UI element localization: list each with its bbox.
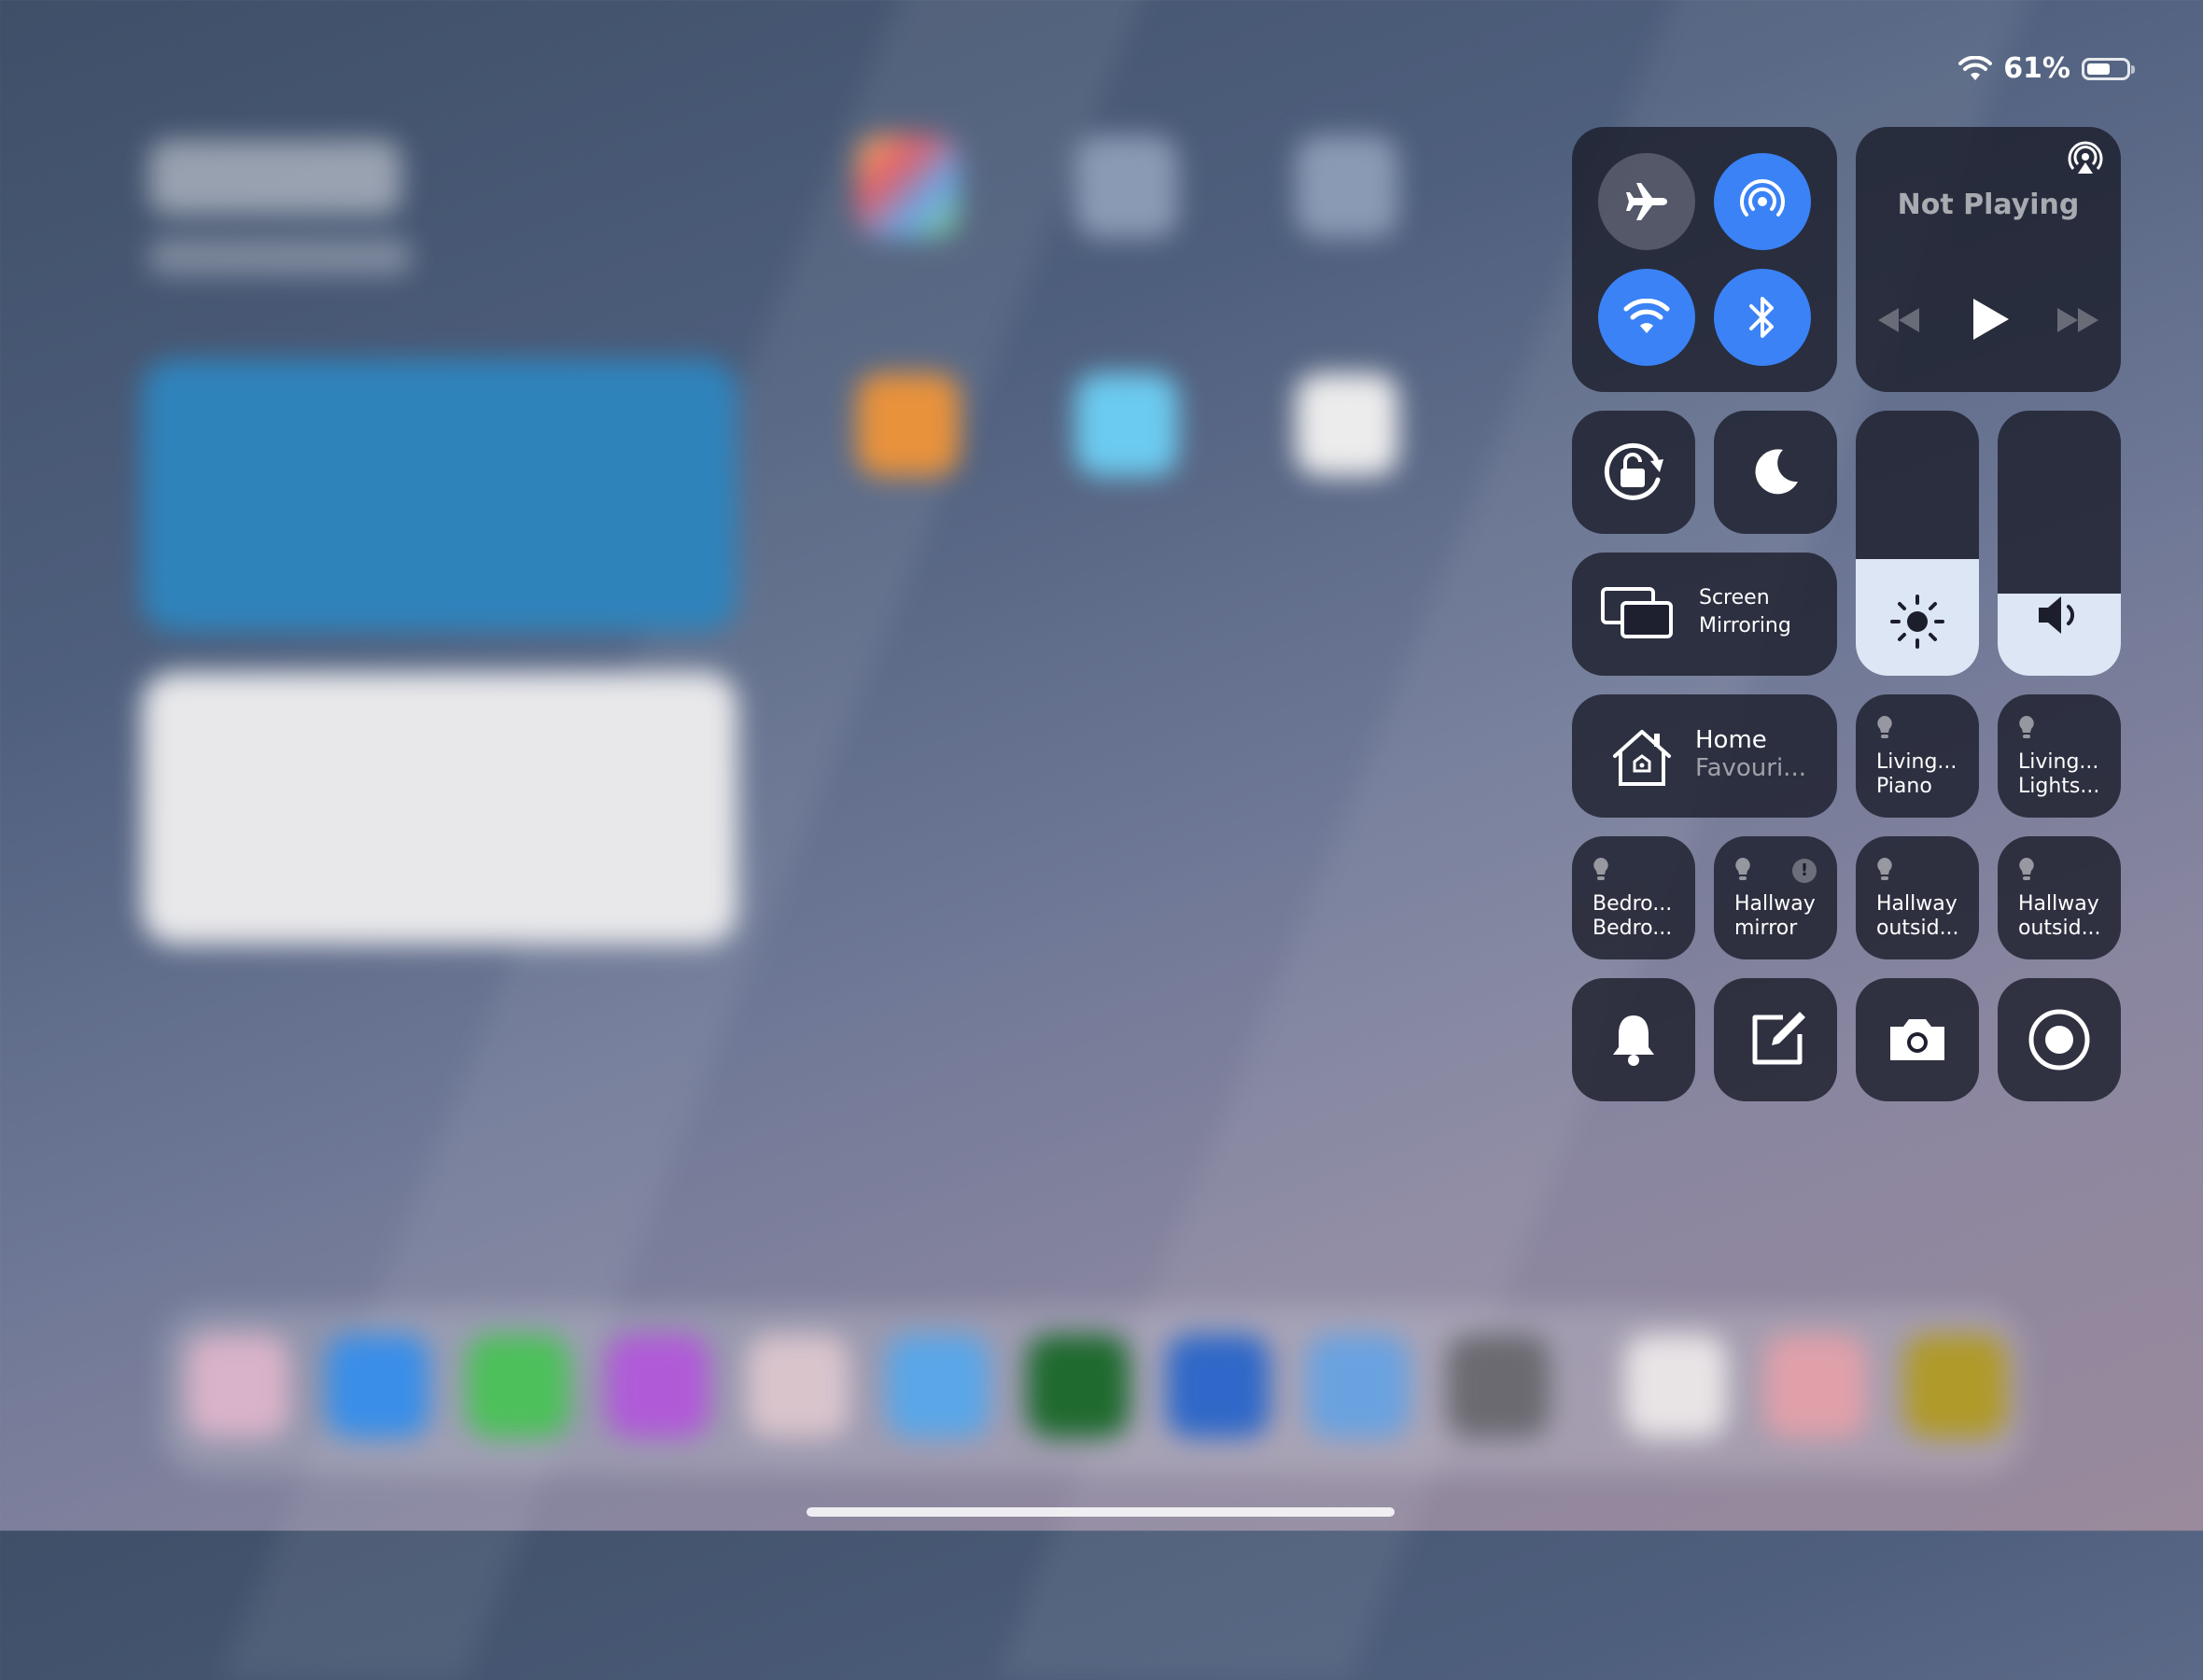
- now-playing-panel[interactable]: Not Playing: [1856, 127, 2121, 392]
- screen-mirroring-label-line1: Screen: [1699, 586, 1770, 609]
- date-widget: [149, 238, 411, 275]
- compose-icon: [1752, 1012, 1805, 1065]
- alert-icon: !: [1792, 859, 1817, 883]
- notes-button[interactable]: [1714, 978, 1837, 1101]
- lightbulb-icon: [2019, 858, 2034, 880]
- orientation-lock-button[interactable]: [1572, 411, 1695, 534]
- bluetooth-icon: [1749, 297, 1774, 338]
- airdrop-button[interactable]: [1714, 153, 1811, 250]
- fast-forward-icon[interactable]: [2056, 306, 2100, 334]
- brightness-slider[interactable]: [1856, 411, 1979, 676]
- screen-mirroring-button[interactable]: Screen Mirroring: [1572, 553, 1837, 676]
- lightbulb-icon: [1877, 858, 1892, 880]
- lightbulb-icon: [1735, 858, 1750, 880]
- media-title: Not Playing: [1897, 189, 2080, 221]
- accessory-status: Piano: [1876, 775, 1932, 798]
- volume-slider[interactable]: [1998, 411, 2121, 676]
- accessory-status: mirror: [1734, 917, 1798, 940]
- battery-percent: 61%: [2003, 52, 2070, 85]
- airplay-icon[interactable]: [2067, 140, 2104, 177]
- screen-mirroring-label-line2: Mirroring: [1699, 614, 1791, 637]
- camera-icon: [1890, 1019, 1944, 1060]
- speaker-icon: [2039, 596, 2075, 634]
- battery-icon: [2082, 57, 2135, 80]
- accessory-tile-hallway-outside-2[interactable]: Hallway outsid...: [1998, 836, 2121, 959]
- moon-icon: [1755, 449, 1798, 495]
- lightbulb-icon: [2019, 716, 2034, 738]
- accessory-status: Lights...: [2018, 775, 2100, 798]
- rotation-lock-icon: [1604, 442, 1663, 500]
- screen-recording-button[interactable]: [1998, 978, 2121, 1101]
- airplane-icon: [1626, 183, 1667, 220]
- airdrop-icon: [1740, 179, 1785, 217]
- house-icon: [1613, 730, 1671, 786]
- home-button[interactable]: Home Favouri...: [1572, 694, 1837, 818]
- bell-icon: [1613, 1015, 1654, 1066]
- accessory-status: outsid...: [2018, 917, 2101, 940]
- accessory-status: outsid...: [1876, 917, 1959, 940]
- accessory-status: Bedro...: [1593, 917, 1673, 940]
- airplane-mode-button[interactable]: [1598, 153, 1695, 250]
- accessory-name: Hallway: [2018, 892, 2099, 916]
- sun-icon: [1890, 595, 1944, 649]
- accessory-tile-bedroom[interactable]: Bedro... Bedro...: [1572, 836, 1695, 959]
- accessory-tile-living-lights[interactable]: Living... Lights...: [1998, 694, 2121, 818]
- wifi-button[interactable]: [1598, 269, 1695, 366]
- accessory-name: Hallway: [1734, 892, 1816, 916]
- accessory-name: Living...: [1876, 750, 1957, 774]
- accessory-tile-hallway-outside-1[interactable]: Hallway outsid...: [1856, 836, 1979, 959]
- focus-button[interactable]: [1714, 411, 1837, 534]
- screen-mirroring-icon: [1601, 587, 1673, 638]
- accessory-tile-living-piano[interactable]: Living... Piano: [1856, 694, 1979, 818]
- notes-widget: [142, 672, 737, 945]
- wifi-icon: [1958, 55, 1993, 80]
- lightbulb-icon: [1593, 858, 1608, 880]
- accessory-tile-hallway-mirror[interactable]: ! Hallway mirror: [1714, 836, 1837, 959]
- record-icon: [2028, 1009, 2090, 1071]
- connectivity-panel: [1572, 127, 1837, 392]
- rewind-icon[interactable]: [1876, 306, 1921, 334]
- wifi-icon: [1623, 299, 1670, 333]
- camera-button[interactable]: [1856, 978, 1979, 1101]
- home-indicator[interactable]: [807, 1507, 1395, 1517]
- home-subtitle: Favouri...: [1695, 754, 1806, 782]
- accessory-name: Hallway: [1876, 892, 1957, 916]
- accessory-name: Bedro...: [1593, 892, 1673, 916]
- bluetooth-button[interactable]: [1714, 269, 1811, 366]
- status-bar: 61%: [1958, 52, 2135, 85]
- lightbulb-icon: [1877, 716, 1892, 738]
- accessory-name: Living...: [2018, 750, 2099, 774]
- play-icon[interactable]: [1970, 297, 2011, 342]
- alarm-button[interactable]: [1572, 978, 1695, 1101]
- weather-widget: [142, 359, 737, 632]
- home-title: Home: [1695, 726, 1767, 754]
- clock-widget: [149, 140, 401, 215]
